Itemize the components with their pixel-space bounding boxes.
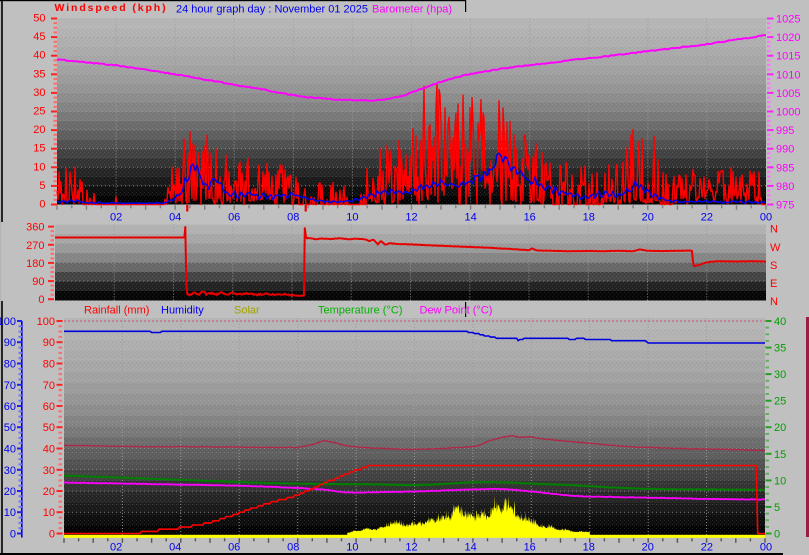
svg-text:1005: 1005 [776, 88, 800, 100]
svg-text:Rainfall (mm): Rainfall (mm) [84, 305, 149, 317]
svg-text:50: 50 [43, 422, 55, 434]
svg-text:20: 20 [43, 486, 55, 498]
svg-text:0: 0 [38, 294, 44, 306]
svg-text:1010: 1010 [776, 69, 800, 81]
svg-text:10: 10 [774, 475, 786, 487]
svg-text:1025: 1025 [776, 14, 800, 26]
svg-text:10: 10 [346, 542, 358, 554]
svg-text:20: 20 [642, 212, 654, 224]
svg-text:10: 10 [4, 507, 16, 519]
svg-text:10: 10 [346, 212, 358, 224]
svg-text:20: 20 [4, 486, 16, 498]
svg-text:1000: 1000 [776, 107, 800, 119]
svg-text:06: 06 [228, 212, 240, 224]
svg-text:30: 30 [33, 87, 45, 99]
svg-text:20: 20 [33, 124, 45, 136]
svg-text:12: 12 [405, 542, 417, 554]
svg-text:18: 18 [583, 542, 595, 554]
svg-text:0: 0 [39, 199, 45, 211]
svg-text:40: 40 [43, 444, 55, 456]
svg-text:15: 15 [774, 449, 786, 461]
svg-text:50: 50 [33, 13, 45, 25]
svg-text:0: 0 [49, 529, 55, 541]
svg-text:02: 02 [110, 212, 122, 224]
svg-text:S: S [770, 260, 777, 272]
svg-text:22: 22 [701, 212, 713, 224]
svg-text:35: 35 [774, 343, 786, 355]
svg-text:1015: 1015 [776, 51, 800, 63]
svg-text:04: 04 [169, 212, 181, 224]
svg-text:18: 18 [583, 212, 595, 224]
svg-text:60: 60 [4, 401, 16, 413]
svg-text:990: 990 [776, 144, 794, 156]
svg-text:30: 30 [43, 465, 55, 477]
svg-text:70: 70 [4, 380, 16, 392]
svg-text:04: 04 [169, 542, 181, 554]
svg-text:100: 100 [0, 316, 16, 328]
svg-text:00: 00 [760, 542, 772, 554]
svg-text:30: 30 [774, 369, 786, 381]
svg-text:N: N [770, 296, 778, 308]
svg-text:50: 50 [4, 422, 16, 434]
svg-text:22: 22 [701, 542, 713, 554]
svg-text:02: 02 [110, 542, 122, 554]
svg-text:20: 20 [774, 422, 786, 434]
svg-text:5: 5 [774, 502, 780, 514]
svg-text:80: 80 [4, 359, 16, 371]
svg-text:10: 10 [33, 161, 45, 173]
svg-text:16: 16 [524, 212, 536, 224]
svg-text:08: 08 [287, 212, 299, 224]
svg-text:30: 30 [4, 465, 16, 477]
svg-text:14: 14 [464, 212, 476, 224]
svg-text:Barometer (hpa): Barometer (hpa) [372, 4, 452, 16]
svg-text:80: 80 [43, 359, 55, 371]
svg-text:985: 985 [776, 162, 794, 174]
svg-text:975: 975 [776, 200, 794, 212]
svg-text:40: 40 [4, 444, 16, 456]
svg-text:5: 5 [39, 180, 45, 192]
svg-text:16: 16 [524, 542, 536, 554]
svg-text:N: N [770, 224, 778, 236]
svg-text:270: 270 [26, 240, 44, 252]
svg-text:E: E [770, 278, 777, 290]
svg-text:25: 25 [774, 396, 786, 408]
svg-text:00: 00 [760, 212, 772, 224]
svg-text:0: 0 [10, 529, 16, 541]
svg-text:24 hour graph day : November 0: 24 hour graph day : November 01 2025 [176, 4, 368, 16]
svg-text:Solar: Solar [234, 305, 260, 317]
svg-text:70: 70 [43, 380, 55, 392]
svg-text:995: 995 [776, 125, 794, 137]
svg-text:Humidity: Humidity [161, 305, 204, 317]
svg-text:Windspeed (kph): Windspeed (kph) [55, 2, 168, 14]
svg-text:180: 180 [26, 258, 44, 270]
svg-text:40: 40 [774, 316, 786, 328]
svg-text:15: 15 [33, 143, 45, 155]
svg-text:90: 90 [32, 276, 44, 288]
svg-text:06: 06 [228, 542, 240, 554]
svg-text:90: 90 [4, 337, 16, 349]
svg-text:Dew Point (°C): Dew Point (°C) [420, 305, 493, 317]
svg-text:25: 25 [33, 106, 45, 118]
svg-text:35: 35 [33, 68, 45, 80]
svg-text:12: 12 [405, 212, 417, 224]
svg-text:45: 45 [33, 31, 45, 43]
svg-text:14: 14 [464, 542, 476, 554]
svg-text:40: 40 [33, 50, 45, 62]
svg-text:Temperature (°C): Temperature (°C) [318, 305, 402, 317]
svg-text:360: 360 [26, 222, 44, 234]
svg-text:08: 08 [287, 542, 299, 554]
svg-text:20: 20 [642, 542, 654, 554]
svg-text:W: W [770, 242, 781, 254]
svg-text:100: 100 [37, 316, 55, 328]
svg-text:980: 980 [776, 181, 794, 193]
svg-text:0: 0 [774, 529, 780, 541]
svg-text:90: 90 [43, 337, 55, 349]
svg-text:60: 60 [43, 401, 55, 413]
svg-text:1020: 1020 [776, 32, 800, 44]
svg-text:10: 10 [43, 507, 55, 519]
